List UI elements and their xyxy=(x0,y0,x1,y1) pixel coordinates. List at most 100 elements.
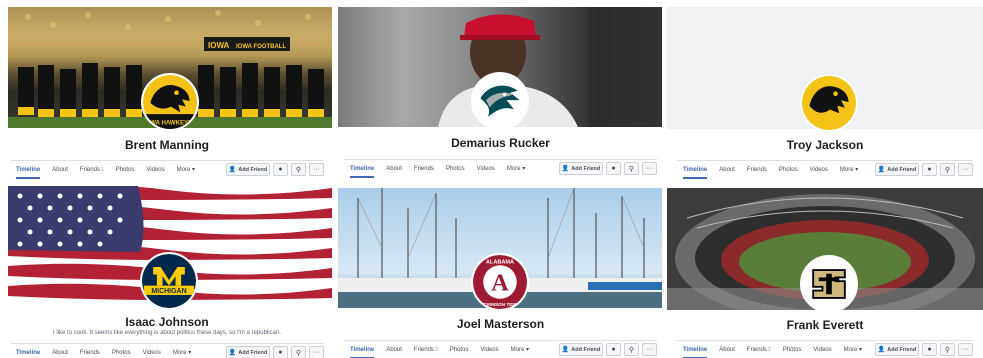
tab-photos[interactable]: Photos xyxy=(450,341,469,358)
search-button[interactable]: ⚲ xyxy=(940,343,955,356)
message-button[interactable]: ● xyxy=(273,163,288,176)
tab-more[interactable]: More ▾ xyxy=(840,161,858,179)
tab-more[interactable]: More ▾ xyxy=(177,161,195,179)
profile-avatar[interactable] xyxy=(800,255,858,313)
more-options-button[interactable]: ··· xyxy=(642,343,657,356)
tab-timeline[interactable]: Timeline xyxy=(16,161,41,179)
profile-name[interactable]: Frank Everett xyxy=(667,318,983,332)
tab-about[interactable]: About xyxy=(719,161,735,179)
tab-about[interactable]: About xyxy=(52,161,68,179)
tab-timeline[interactable]: Timeline xyxy=(350,341,375,358)
tab-timeline[interactable]: Timeline xyxy=(350,160,375,178)
message-button[interactable]: ● xyxy=(922,343,937,356)
tab-videos[interactable]: Videos xyxy=(143,344,161,358)
more-options-button[interactable]: ··· xyxy=(958,163,973,176)
tab-timeline[interactable]: Timeline xyxy=(683,341,708,358)
tab-videos[interactable]: Videos xyxy=(810,161,828,179)
tab-more[interactable]: More ▾ xyxy=(507,160,525,178)
tab-timeline[interactable]: Timeline xyxy=(683,161,708,179)
profile-name[interactable]: Isaac Johnson xyxy=(0,315,334,329)
profile-avatar[interactable]: A ALABAMA CRIMSON TIDE xyxy=(471,253,529,311)
add-friend-button[interactable]: 👤 Add Friend xyxy=(226,346,270,358)
tab-videos[interactable]: Videos xyxy=(480,341,498,358)
add-friend-button[interactable]: 👤 Add Friend xyxy=(226,163,270,176)
profile-name[interactable]: Demarius Rucker xyxy=(334,136,667,150)
tab-friends-label: Friends xyxy=(79,167,100,173)
add-friend-button[interactable]: 👤 Add Friend xyxy=(875,343,919,356)
add-friend-button[interactable]: 👤 Add Friend xyxy=(559,162,603,175)
ellipsis-icon: ··· xyxy=(962,346,969,353)
tab-friends[interactable]: Friends xyxy=(747,161,767,179)
add-friend-label: Add Friend xyxy=(238,166,268,173)
tab-more[interactable]: More ▾ xyxy=(511,341,529,358)
ellipsis-icon: ··· xyxy=(313,349,320,356)
add-friend-button[interactable]: 👤 Add Friend xyxy=(875,163,919,176)
add-person-icon: 👤 xyxy=(228,167,237,173)
tab-photos[interactable]: Photos xyxy=(779,161,798,179)
profile-name[interactable]: Troy Jackson xyxy=(667,138,983,152)
add-friend-label: Add Friend xyxy=(571,165,601,172)
tab-more-label: More xyxy=(843,347,858,353)
add-person-icon: 👤 xyxy=(561,347,570,353)
profile-name[interactable]: Brent Manning xyxy=(0,138,334,152)
tab-friends[interactable]: Friends xyxy=(80,344,100,358)
search-button[interactable]: ⚲ xyxy=(940,163,955,176)
ellipsis-icon: ··· xyxy=(313,166,320,173)
tab-friends[interactable]: Friends1 xyxy=(80,161,104,179)
profile-avatar[interactable]: MICHIGAN xyxy=(140,252,198,310)
tab-more[interactable]: More ▾ xyxy=(173,344,191,358)
caret-down-icon: ▾ xyxy=(188,350,192,356)
messenger-icon: ● xyxy=(927,166,932,173)
tab-about[interactable]: About xyxy=(719,341,735,358)
tab-timeline[interactable]: Timeline xyxy=(16,344,40,358)
add-friend-label: Add Friend xyxy=(887,346,917,353)
add-friend-label: Add Friend xyxy=(571,346,601,353)
search-button[interactable]: ⚲ xyxy=(291,163,306,176)
profile-card-troy-jackson: Troy Jackson Timeline About Friends Phot… xyxy=(667,0,983,182)
tab-videos[interactable]: Videos xyxy=(146,161,164,179)
more-options-button[interactable]: ··· xyxy=(309,346,324,358)
more-options-button[interactable]: ··· xyxy=(309,163,324,176)
tab-photos[interactable]: Photos xyxy=(783,341,802,358)
profile-nav-bar: Timeline About Friends1 Photos Videos Mo… xyxy=(10,160,324,179)
message-button[interactable]: ● xyxy=(273,346,288,358)
tab-friends-label: Friends xyxy=(413,347,434,353)
search-icon: ⚲ xyxy=(295,166,302,174)
tab-videos[interactable]: Videos xyxy=(813,341,831,358)
tab-more-label: More xyxy=(172,350,187,356)
stadium-sign-iowa: IOWA xyxy=(208,41,230,50)
tab-about[interactable]: About xyxy=(386,160,402,178)
tab-photos[interactable]: Photos xyxy=(116,161,135,179)
tab-photos[interactable]: Photos xyxy=(446,160,465,178)
more-options-button[interactable]: ··· xyxy=(958,343,973,356)
search-button[interactable]: ⚲ xyxy=(291,346,306,358)
search-button[interactable]: ⚲ xyxy=(624,343,639,356)
stadium-sign-football: IOWA FOOTBALL xyxy=(236,44,286,50)
tab-more[interactable]: More ▾ xyxy=(844,341,862,358)
profile-name[interactable]: Joel Masterson xyxy=(334,317,667,331)
add-friend-label: Add Friend xyxy=(887,166,917,173)
profile-avatar[interactable] xyxy=(800,74,858,132)
profile-avatar[interactable]: IOWA HAWKEYES xyxy=(141,73,199,131)
search-icon: ⚲ xyxy=(628,346,635,354)
tab-videos[interactable]: Videos xyxy=(477,160,495,178)
search-icon: ⚲ xyxy=(295,349,302,357)
search-button[interactable]: ⚲ xyxy=(624,162,639,175)
profile-card-frank-everett: Frank Everett Timeline About Friends2 Ph… xyxy=(667,182,983,358)
tab-friends[interactable]: Friends xyxy=(414,160,434,178)
tab-friends[interactable]: Friends2 xyxy=(747,341,771,358)
profile-card-joel-masterson: A ALABAMA CRIMSON TIDE Joel Masterson Ti… xyxy=(334,182,667,358)
ellipsis-icon: ··· xyxy=(646,165,653,172)
tab-about[interactable]: About xyxy=(386,341,402,358)
caret-down-icon: ▾ xyxy=(855,167,859,173)
tab-friends[interactable]: Friends3 xyxy=(414,341,438,358)
messenger-icon: ● xyxy=(611,346,616,353)
profile-avatar[interactable] xyxy=(471,72,529,130)
message-button[interactable]: ● xyxy=(606,162,621,175)
more-options-button[interactable]: ··· xyxy=(642,162,657,175)
tab-photos[interactable]: Photos xyxy=(112,344,131,358)
message-button[interactable]: ● xyxy=(922,163,937,176)
add-friend-button[interactable]: 👤 Add Friend xyxy=(559,343,603,356)
message-button[interactable]: ● xyxy=(606,343,621,356)
tab-about[interactable]: About xyxy=(52,344,68,358)
